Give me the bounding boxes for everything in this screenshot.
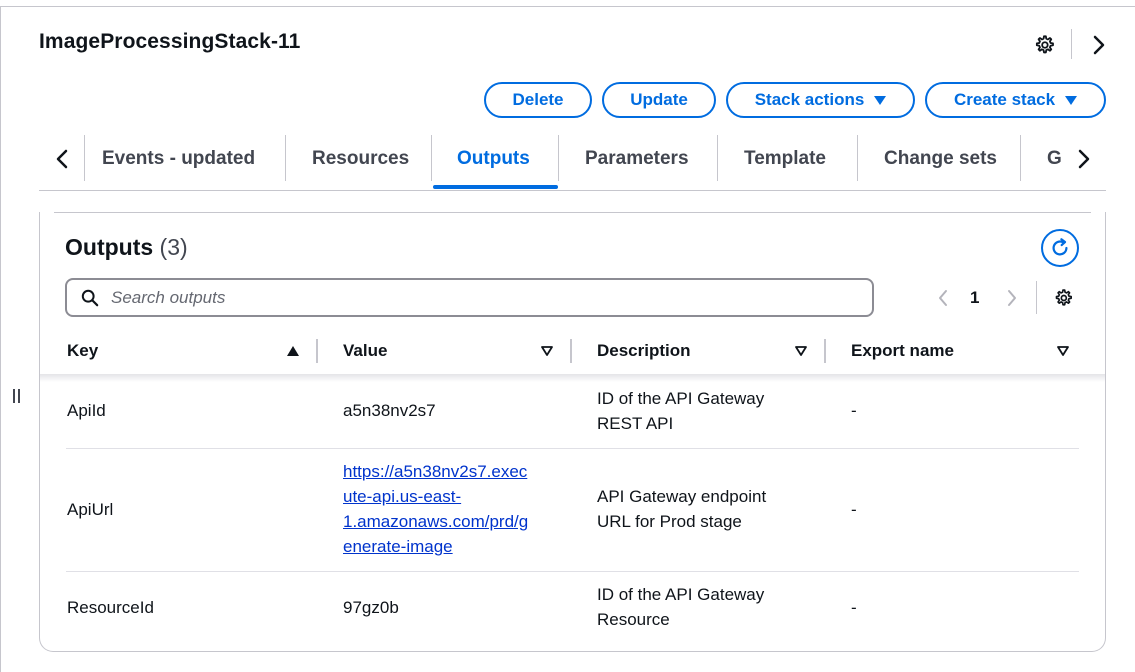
tab-events[interactable]: Events - updated bbox=[102, 130, 255, 188]
cell-export-name: - bbox=[851, 401, 857, 420]
tabs-scroll-right-icon[interactable] bbox=[1073, 146, 1095, 172]
chevron-right-icon[interactable] bbox=[1088, 32, 1110, 58]
tab-divider bbox=[717, 135, 718, 181]
tab-truncated[interactable]: G bbox=[1047, 130, 1063, 188]
link-line: enerate-image bbox=[343, 537, 453, 556]
gear-icon[interactable] bbox=[1050, 285, 1076, 311]
table-header-shadow bbox=[40, 374, 1105, 382]
tab-divider bbox=[84, 135, 85, 181]
create-stack-button[interactable]: Create stack bbox=[925, 82, 1106, 118]
description-line: Resource bbox=[597, 610, 670, 629]
description-line: ID of the API Gateway bbox=[597, 585, 765, 604]
outputs-heading: Outputs (3) bbox=[65, 234, 188, 261]
gear-icon[interactable] bbox=[1031, 32, 1057, 58]
delete-button[interactable]: Delete bbox=[484, 82, 592, 118]
drag-handle-icon[interactable] bbox=[10, 386, 22, 406]
header-divider bbox=[1071, 29, 1072, 59]
tab-divider bbox=[558, 135, 559, 181]
api-url-link[interactable]: https://a5n38nv2s7.exec ute-api.us-east-… bbox=[343, 462, 528, 556]
cell-key: ApiUrl bbox=[67, 500, 114, 519]
outputs-count: (3) bbox=[159, 234, 188, 260]
search-icon bbox=[81, 289, 99, 306]
active-tab-indicator bbox=[433, 185, 558, 189]
update-button[interactable]: Update bbox=[602, 82, 716, 118]
update-button-label: Update bbox=[630, 90, 688, 109]
stack-title: ImageProcessingStack-11 bbox=[39, 30, 301, 53]
search-input[interactable] bbox=[109, 286, 813, 309]
panel-top-divider bbox=[54, 212, 1091, 213]
cell-export-name: - bbox=[851, 500, 857, 519]
column-resizer[interactable] bbox=[316, 339, 318, 363]
cell-value: 97gz0b bbox=[343, 598, 399, 617]
cell-description: ID of the API Gateway REST API bbox=[597, 386, 764, 436]
cell-description: API Gateway endpoint URL for Prod stage bbox=[597, 484, 766, 534]
column-header-description[interactable]: Description bbox=[597, 341, 691, 361]
stack-actions-button[interactable]: Stack actions bbox=[726, 82, 915, 118]
left-border bbox=[0, 6, 1, 672]
stack-actions-label: Stack actions bbox=[754, 90, 865, 109]
refresh-button[interactable] bbox=[1041, 229, 1079, 267]
tab-divider bbox=[285, 135, 286, 181]
cell-key: ApiId bbox=[67, 401, 106, 420]
sort-descending-icon[interactable] bbox=[540, 344, 554, 358]
link-line: https://a5n38nv2s7.exec bbox=[343, 462, 528, 481]
cell-value: https://a5n38nv2s7.exec ute-api.us-east-… bbox=[343, 459, 528, 559]
description-line: URL for Prod stage bbox=[597, 512, 742, 531]
delete-button-label: Delete bbox=[512, 90, 564, 109]
tab-outputs[interactable]: Outputs bbox=[457, 130, 530, 188]
search-box[interactable] bbox=[65, 278, 874, 317]
column-header-export-name[interactable]: Export name bbox=[851, 341, 954, 361]
tab-divider bbox=[857, 135, 858, 181]
column-resizer[interactable] bbox=[824, 339, 826, 363]
chevron-right-icon[interactable] bbox=[1003, 288, 1021, 308]
sort-ascending-icon[interactable] bbox=[286, 344, 300, 358]
top-border bbox=[0, 6, 1135, 7]
page-number[interactable]: 1 bbox=[970, 288, 979, 308]
column-resizer[interactable] bbox=[570, 339, 572, 363]
caret-down-icon bbox=[874, 95, 887, 105]
tab-divider bbox=[1020, 135, 1021, 181]
description-line: ID of the API Gateway bbox=[597, 389, 765, 408]
chevron-left-icon[interactable] bbox=[934, 288, 952, 308]
cell-key: ResourceId bbox=[67, 598, 154, 617]
tab-parameters[interactable]: Parameters bbox=[585, 130, 689, 188]
cell-description: ID of the API Gateway Resource bbox=[597, 582, 764, 632]
cell-value: a5n38nv2s7 bbox=[343, 401, 436, 420]
row-divider bbox=[66, 448, 1079, 449]
tabs-scroll-left-icon[interactable] bbox=[51, 146, 73, 172]
row-divider bbox=[66, 571, 1079, 572]
sort-descending-icon[interactable] bbox=[1056, 344, 1070, 358]
column-header-value[interactable]: Value bbox=[343, 341, 387, 361]
tab-change-sets[interactable]: Change sets bbox=[884, 130, 997, 188]
description-line: API Gateway endpoint bbox=[597, 487, 767, 506]
sort-descending-icon[interactable] bbox=[794, 344, 808, 358]
tab-template[interactable]: Template bbox=[744, 130, 826, 188]
tabs-divider bbox=[39, 190, 1106, 191]
pager-divider bbox=[1036, 281, 1037, 314]
outputs-title: Outputs bbox=[65, 234, 154, 260]
description-line: REST API bbox=[597, 414, 674, 433]
column-header-key[interactable]: Key bbox=[67, 341, 98, 361]
link-line: ute-api.us-east- bbox=[343, 487, 462, 506]
link-line: 1.amazonaws.com/prd/g bbox=[343, 512, 529, 531]
refresh-icon bbox=[1052, 238, 1068, 256]
tab-bar: Events - updated Resources Outputs Param… bbox=[39, 130, 1106, 191]
cell-export-name: - bbox=[851, 598, 857, 617]
tab-divider bbox=[431, 135, 432, 181]
tab-resources[interactable]: Resources bbox=[312, 130, 409, 188]
create-stack-label: Create stack bbox=[953, 90, 1056, 109]
caret-down-icon bbox=[1065, 95, 1078, 105]
